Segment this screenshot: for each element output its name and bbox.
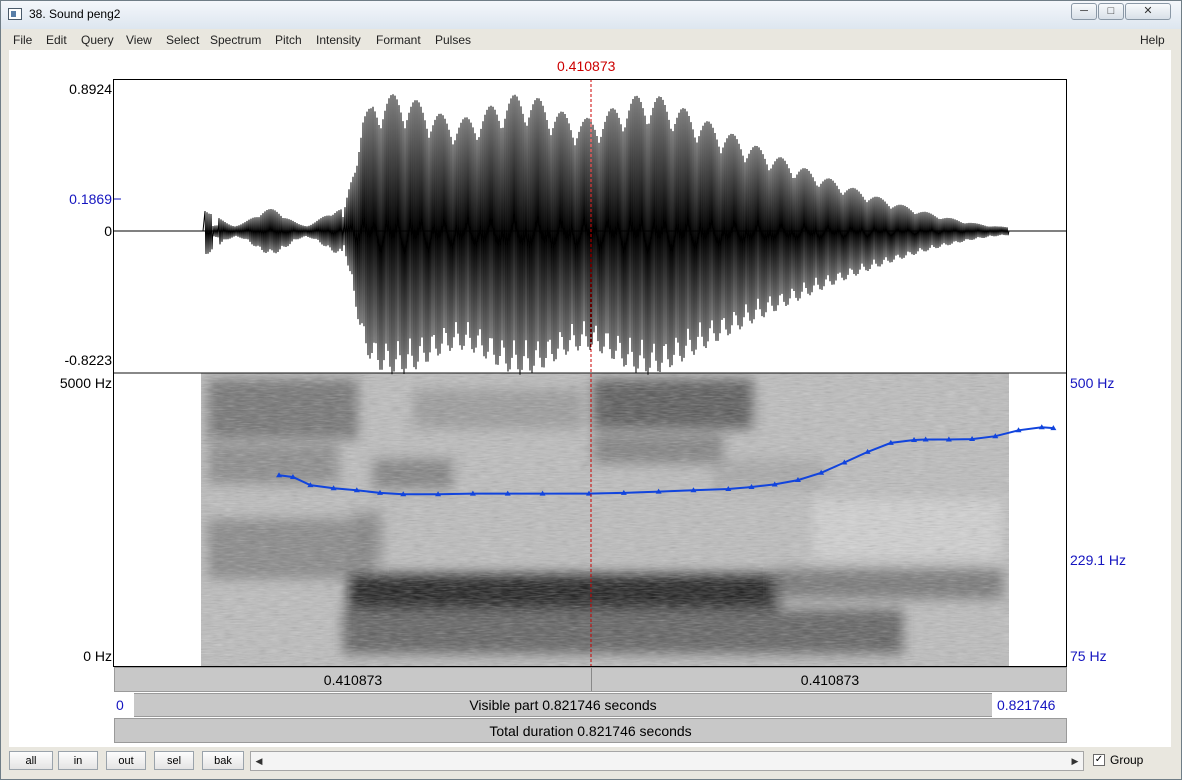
right-segment[interactable]: 0.410873 [591,668,1068,691]
menu-select[interactable]: Select [166,33,199,47]
scroll-right-icon[interactable]: ▶ [1067,753,1083,769]
waveform-zero-label: 0 [104,223,112,239]
close-button[interactable]: ✕ [1125,3,1171,20]
plot-area[interactable]: 0.410873 0.8924 0.1869 0 -0.8223 5000 Hz… [9,50,1171,747]
spectrogram-top-label: 5000 Hz [59,375,112,391]
in-button[interactable]: in [58,751,98,770]
menu-file[interactable]: File [13,33,32,47]
out-button[interactable]: out [106,751,146,770]
waveform-max-label: 0.8924 [69,81,112,97]
pitch-top-label: 500 Hz [1070,375,1115,391]
scroll-left-icon[interactable]: ◀ [251,753,267,769]
sound-display[interactable] [113,79,1068,669]
horizontal-scrollbar[interactable]: ◀ ▶ [250,751,1084,771]
visible-start-label: 0 [116,697,124,713]
maximize-button[interactable]: □ [1098,3,1124,20]
visible-part-bar[interactable]: Visible part 0.821746 seconds [134,693,992,717]
visible-part-label: Visible part 0.821746 seconds [469,697,657,713]
menu-view[interactable]: View [126,33,152,47]
group-checkbox[interactable]: ✓ [1093,754,1105,766]
sound-editor-window: 38. Sound peng2 ─ □ ✕ File Edit Query Vi… [0,0,1182,780]
all-button[interactable]: all [9,751,53,770]
time-segment-bar[interactable]: 0.410873 0.410873 [114,667,1067,692]
close-icon: ✕ [1143,5,1153,17]
group-label: Group [1110,753,1144,767]
spectrogram [113,373,1067,666]
left-segment-label: 0.410873 [323,672,383,688]
menu-intensity[interactable]: Intensity [316,33,361,47]
menu-help[interactable]: Help [1140,33,1165,47]
window-icon [8,8,22,20]
title-bar: 38. Sound peng2 ─ □ ✕ [1,1,1181,29]
pitch-bottom-label: 75 Hz [1070,648,1107,664]
menu-bar: File Edit Query View Select Spectrum Pit… [9,30,1171,50]
cursor-time-label: 0.410873 [557,58,616,74]
sel-button[interactable]: sel [154,751,194,770]
bottom-toolbar: all in out sel bak ◀ ▶ ✓ Group [1,747,1181,779]
total-duration-label: Total duration 0.821746 seconds [489,723,692,739]
waveform-cursor-amplitude-label: 0.1869 [69,191,112,207]
maximize-icon: □ [1107,5,1115,17]
spectrogram-bottom-label: 0 Hz [83,648,112,664]
menu-edit[interactable]: Edit [46,33,67,47]
menu-spectrum[interactable]: Spectrum [210,33,261,47]
bak-button[interactable]: bak [202,751,244,770]
visible-end-label: 0.821746 [997,697,1056,713]
left-segment[interactable]: 0.410873 [115,668,591,691]
minimize-button[interactable]: ─ [1071,3,1097,20]
menu-pitch[interactable]: Pitch [275,33,302,47]
waveform-min-label: -0.8223 [64,352,112,368]
menu-pulses[interactable]: Pulses [435,33,471,47]
menu-formant[interactable]: Formant [376,33,421,47]
window-title: 38. Sound peng2 [29,7,121,21]
right-segment-label: 0.410873 [800,672,860,688]
menu-query[interactable]: Query [81,33,114,47]
total-duration-bar[interactable]: Total duration 0.821746 seconds [114,718,1067,743]
pitch-cursor-label: 229.1 Hz [1070,552,1127,568]
minimize-icon: ─ [1080,5,1088,17]
